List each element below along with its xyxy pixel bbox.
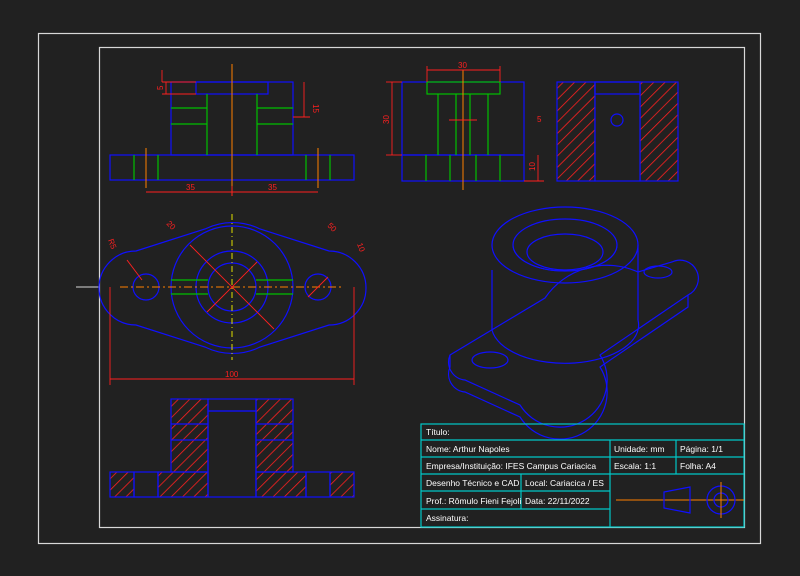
company-label: Empresa/Instituição: IFES Campus Cariaci… — [426, 461, 596, 471]
dim-top-diameter-boss: 20 — [165, 219, 178, 232]
dim-side-height-left: 30 — [382, 115, 391, 124]
top-view: R5 20 50 10 100 — [98, 214, 367, 385]
dim-top-overall: 100 — [225, 370, 239, 379]
dim-side-height-right: 10 — [528, 162, 537, 171]
projection-symbol-icon — [616, 482, 744, 518]
front-view: 5 15 35 35 — [109, 64, 355, 196]
dim-section-depth: 5 — [537, 115, 542, 124]
dim-top-radius-left: R5 — [106, 238, 118, 251]
unit-label: Unidade: mm — [614, 444, 665, 454]
professor-label: Prof.: Rômulo Fieni Fejoli — [426, 496, 522, 506]
dim-top-diameter-outer: 50 — [326, 221, 339, 234]
front-section-view — [109, 398, 355, 498]
side-view: 30 30 10 5 — [382, 61, 544, 190]
title-block — [420, 423, 745, 528]
scale-label: Escala: 1:1 — [614, 461, 656, 471]
dim-front-height-side: 15 — [311, 104, 320, 113]
isometric-view — [447, 206, 699, 440]
dim-front-height-top: 5 — [156, 85, 165, 90]
dim-front-right-half: 35 — [268, 183, 277, 192]
signature-label: Assinatura: — [426, 513, 469, 523]
date-label: Data: 22/11/2022 — [525, 496, 590, 506]
page-label: Página: 1/1 — [680, 444, 723, 454]
drawing-sheet: 5 15 35 35 30 30 10 5 R5 20 50 10 100 Tí… — [37, 32, 762, 545]
location-label: Local: Cariacica / ES — [525, 478, 604, 488]
dim-front-left-half: 35 — [186, 183, 195, 192]
title-label: Título: — [426, 427, 450, 437]
side-section-view — [556, 81, 679, 182]
author-name: Nome: Arthur Napoles — [426, 444, 510, 454]
dim-side-width-top: 30 — [458, 61, 467, 70]
course-label: Desenho Técnico e CAD — [426, 478, 519, 488]
sheet-label: Folha: A4 — [680, 461, 716, 471]
dim-top-radius-right: 10 — [355, 242, 367, 254]
